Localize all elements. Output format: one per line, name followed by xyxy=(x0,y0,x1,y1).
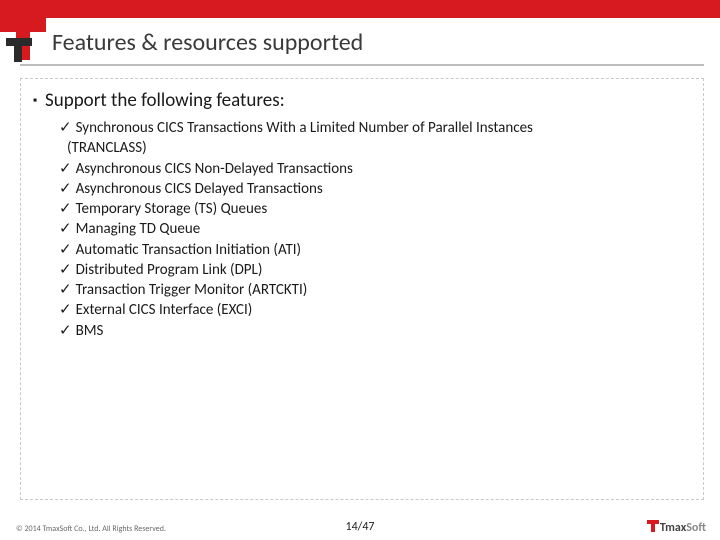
item-text: Synchronous CICS Transactions With a Lim… xyxy=(76,119,533,137)
top-brand-bar xyxy=(0,0,720,18)
list-item: ✓Distributed Program Link (DPL) xyxy=(59,260,685,280)
footer-brand-main: Tmax xyxy=(660,521,686,535)
title-underline xyxy=(20,64,704,66)
item-text: Asynchronous CICS Non-Delayed Transactio… xyxy=(76,160,353,178)
check-icon: ✓ xyxy=(59,220,72,237)
check-icon: ✓ xyxy=(59,200,72,217)
list-item: ✓Asynchronous CICS Delayed Transactions xyxy=(59,179,685,199)
check-icon: ✓ xyxy=(59,322,72,339)
item-text: Asynchronous CICS Delayed Transactions xyxy=(76,180,323,198)
footer-brand-soft: Soft xyxy=(686,521,706,535)
footer: © 2014 TmaxSoft Co., Ltd. All Rights Res… xyxy=(0,514,720,540)
check-icon: ✓ xyxy=(59,119,72,136)
item-text: External CICS Interface (EXCI) xyxy=(76,301,253,319)
list-item: ✓Temporary Storage (TS) Queues xyxy=(59,199,685,219)
brand-logo xyxy=(0,18,46,66)
list-item: ✓Managing TD Queue xyxy=(59,219,685,239)
item-text: Transaction Trigger Monitor (ARTCKTI) xyxy=(76,281,308,299)
list-item-continuation: (TRANCLASS) xyxy=(67,138,685,158)
check-icon: ✓ xyxy=(59,281,72,298)
list-item: ✓Synchronous CICS Transactions With a Li… xyxy=(59,118,685,138)
check-icon: ✓ xyxy=(59,160,72,177)
page-number: 14/47 xyxy=(0,520,720,534)
check-icon: ✓ xyxy=(59,301,72,318)
content-panel: ▪Support the following features: ✓Synchr… xyxy=(20,78,704,500)
item-text: Temporary Storage (TS) Queues xyxy=(76,200,268,218)
list-item: ✓External CICS Interface (EXCI) xyxy=(59,300,685,320)
page-title: Features & resources supported xyxy=(52,28,363,57)
check-icon: ✓ xyxy=(59,241,72,258)
square-bullet-icon: ▪ xyxy=(33,94,41,108)
check-icon: ✓ xyxy=(59,180,72,197)
section-heading: ▪ Support the following features: xyxy=(33,89,685,112)
heading-text: Support the following features: xyxy=(45,89,285,112)
t-mark-icon xyxy=(647,520,659,532)
item-text: BMS xyxy=(76,322,104,340)
footer-brand-logo: TmaxSoft xyxy=(647,520,706,535)
list-item: ✓Transaction Trigger Monitor (ARTCKTI) xyxy=(59,280,685,300)
list-item: ✓Automatic Transaction Initiation (ATI) xyxy=(59,240,685,260)
item-text: Distributed Program Link (DPL) xyxy=(76,261,263,279)
check-icon: ✓ xyxy=(59,261,72,278)
list-item: ✓BMS xyxy=(59,321,685,341)
item-text: Automatic Transaction Initiation (ATI) xyxy=(76,241,302,259)
list-item: ✓Asynchronous CICS Non-Delayed Transacti… xyxy=(59,159,685,179)
item-text: Managing TD Queue xyxy=(76,220,201,238)
